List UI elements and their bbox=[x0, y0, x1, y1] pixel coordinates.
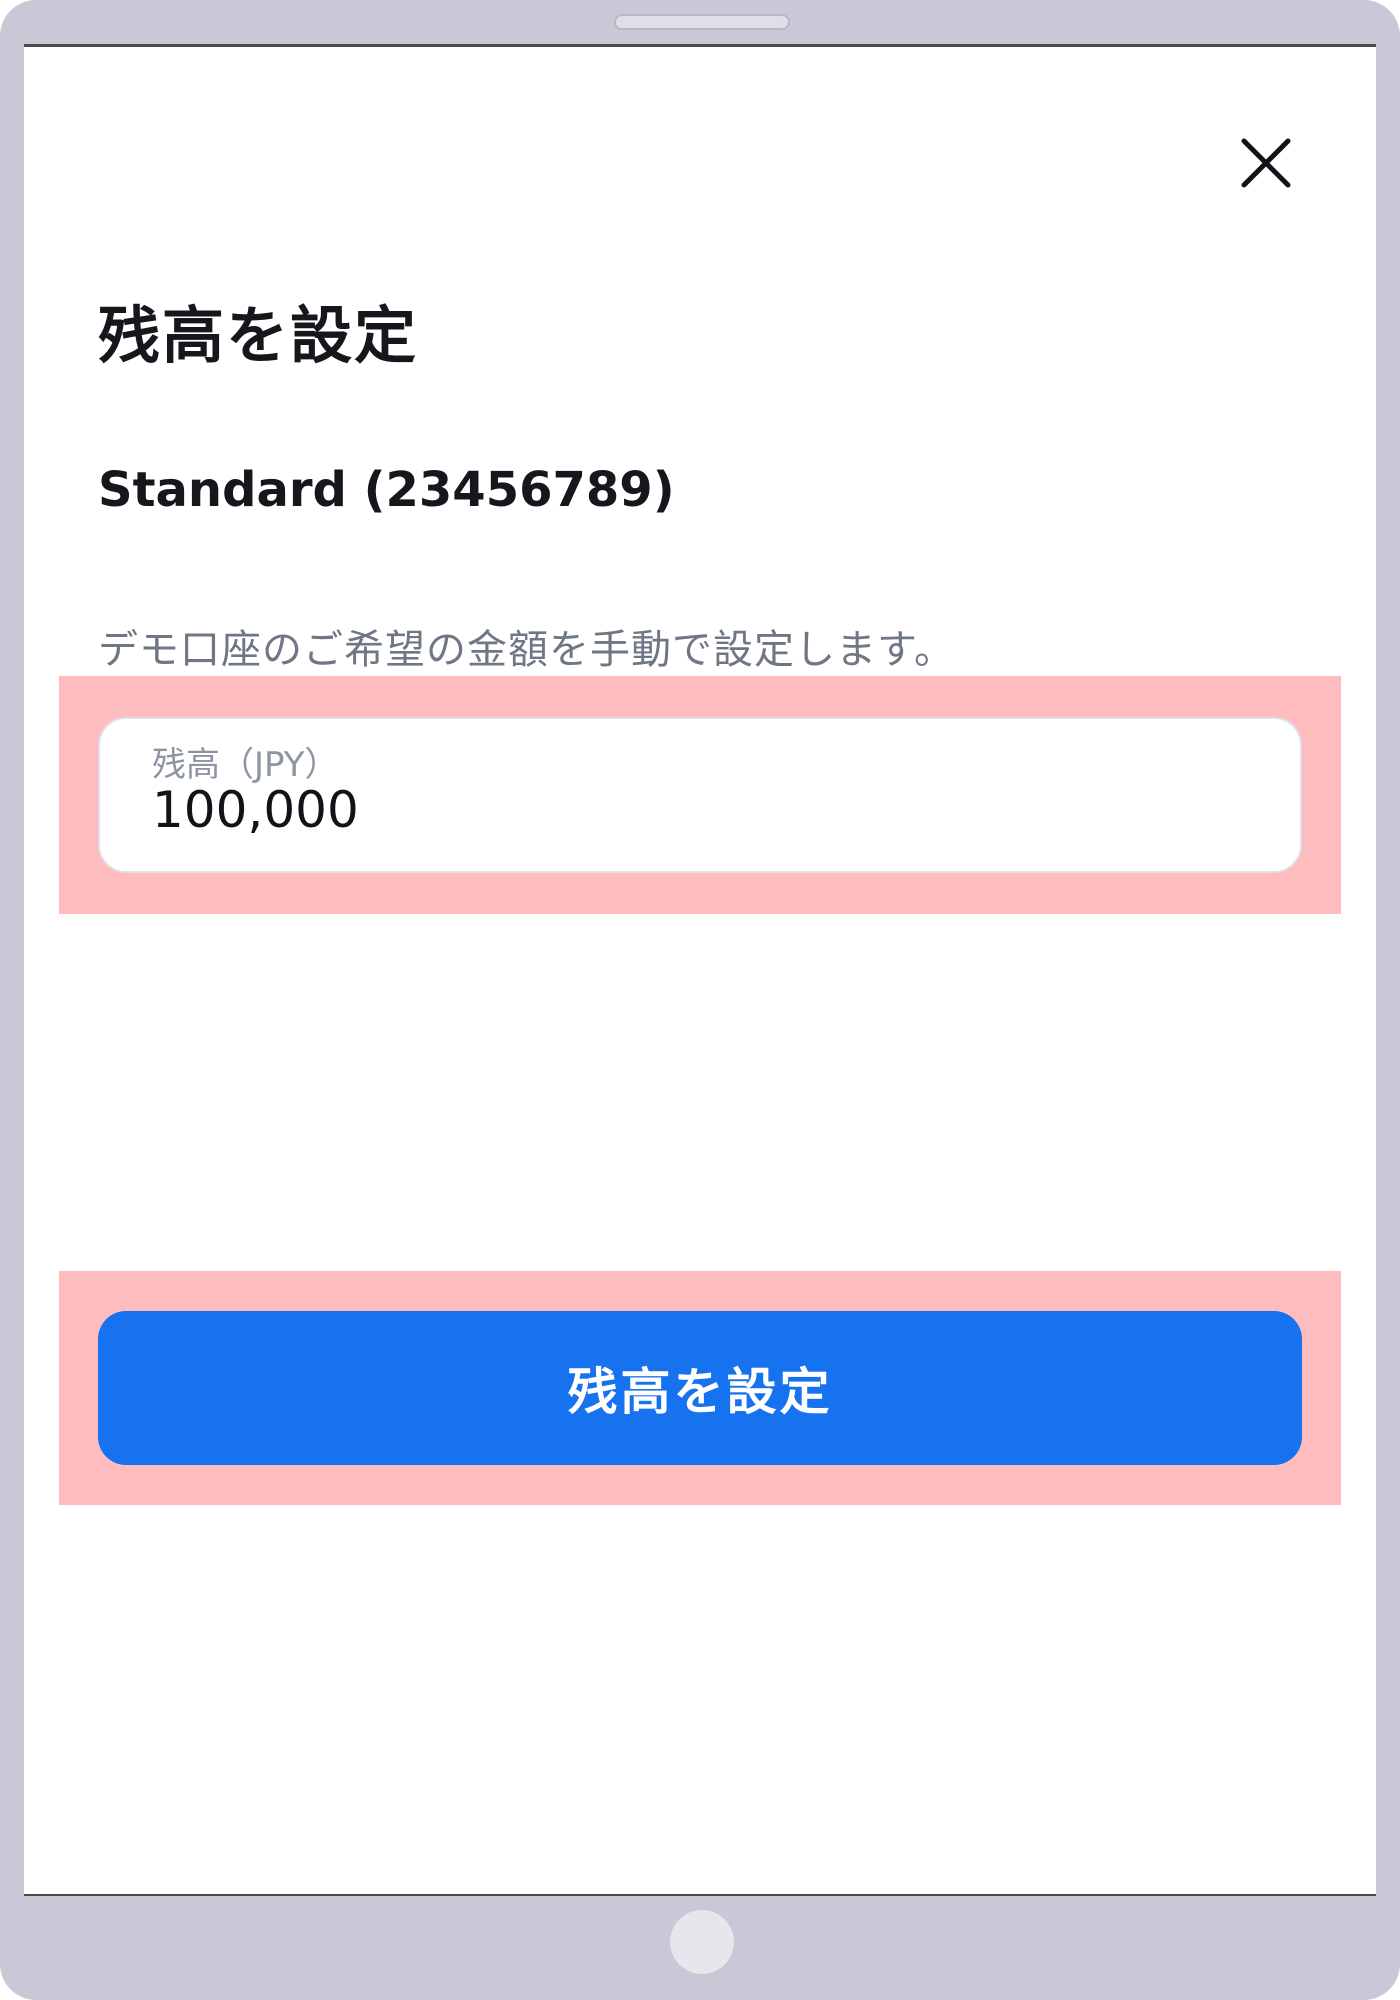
device-speaker bbox=[614, 14, 790, 30]
description-text: デモ口座のご希望の金額を手動で設定します。 bbox=[98, 627, 955, 673]
page-title: 残高を設定 bbox=[98, 299, 419, 372]
account-label: Standard (23456789) bbox=[98, 462, 675, 518]
balance-input-label: 残高（JPY） bbox=[152, 745, 339, 785]
balance-input[interactable]: 残高（JPY） 100,000 bbox=[98, 717, 1302, 873]
tablet-frame: 残高を設定 Standard (23456789) デモ口座のご希望の金額を手動… bbox=[0, 0, 1400, 2000]
balance-input-value[interactable]: 100,000 bbox=[152, 781, 359, 839]
close-icon bbox=[1241, 138, 1291, 188]
set-balance-button[interactable]: 残高を設定 bbox=[98, 1311, 1302, 1465]
screen: 残高を設定 Standard (23456789) デモ口座のご希望の金額を手動… bbox=[24, 44, 1376, 1896]
close-button[interactable] bbox=[1230, 127, 1302, 199]
home-button[interactable] bbox=[670, 1910, 734, 1974]
